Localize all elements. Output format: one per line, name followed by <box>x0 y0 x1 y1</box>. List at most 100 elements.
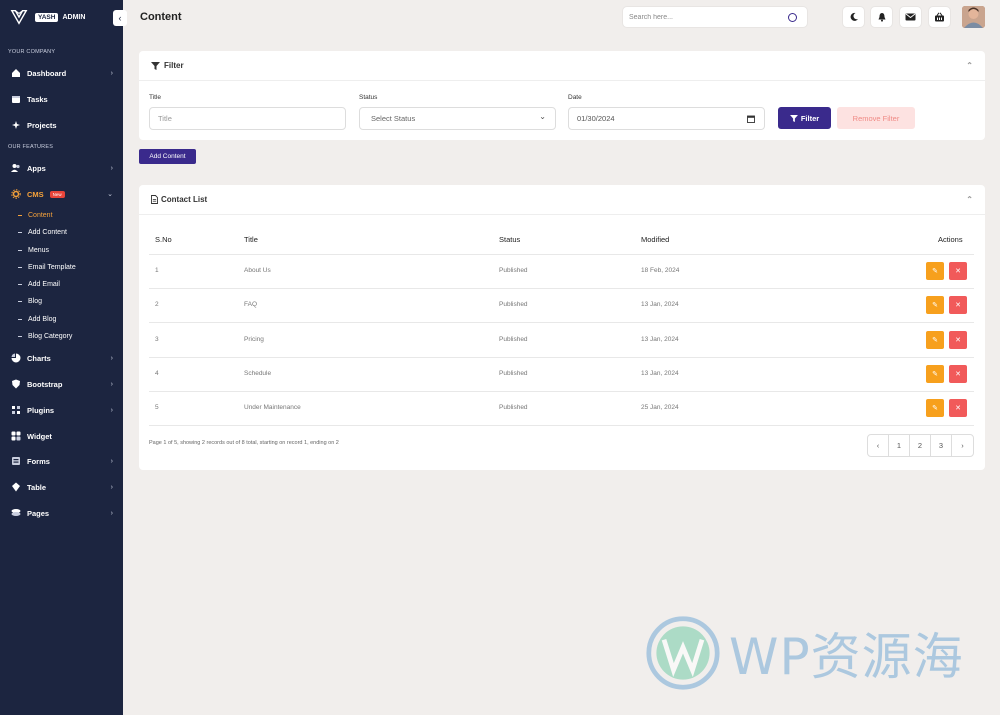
sidebar-item-label: Charts <box>27 353 51 363</box>
cell-sno: 1 <box>155 267 159 274</box>
sidebar-subitem-add-content[interactable]: Add Content <box>18 229 67 236</box>
filter-card-header[interactable]: Filter ⌃ <box>139 51 985 81</box>
search-icon[interactable] <box>788 13 797 22</box>
sidebar-subitem-menus[interactable]: Menus <box>18 247 49 254</box>
cell-title: Under Maintenance <box>244 404 301 411</box>
gear-icon <box>11 189 21 199</box>
search-input[interactable] <box>629 13 779 21</box>
add-content-button[interactable]: Add Content <box>139 149 196 164</box>
chevron-right-icon: › <box>961 441 964 450</box>
sidebar-item-pages[interactable]: Pages › <box>11 505 115 521</box>
sidebar-item-plugins[interactable]: Plugins › <box>11 402 115 418</box>
edit-icon: ✎ <box>932 302 938 309</box>
brand-logo[interactable]: YASH ADMIN <box>10 8 85 26</box>
edit-button[interactable]: ✎ <box>926 262 944 280</box>
wordpress-logo-icon <box>646 616 720 690</box>
chevron-right-icon: › <box>110 457 113 465</box>
date-label: Date <box>568 94 582 101</box>
pagination-page-1[interactable]: 1 <box>889 435 910 456</box>
dark-mode-button[interactable] <box>842 6 865 28</box>
brand-tag: YASH <box>35 12 59 22</box>
sidebar-subitem-label: Content <box>28 212 53 219</box>
sidebar-subitem-add-blog[interactable]: Add Blog <box>18 316 56 323</box>
chevron-up-icon[interactable]: ⌃ <box>966 61 973 70</box>
filter-button[interactable]: Filter <box>778 107 831 129</box>
table-divider <box>149 391 974 392</box>
pagination-prev-button[interactable]: ‹ <box>868 435 889 456</box>
edit-button[interactable]: ✎ <box>926 365 944 383</box>
sidebar-item-label: CMS <box>27 189 44 199</box>
cell-status: Published <box>499 267 528 274</box>
cell-status: Published <box>499 370 528 377</box>
sidebar-subitem-blog[interactable]: Blog <box>18 298 42 305</box>
sidebar-collapse-button[interactable]: ‹ <box>113 10 127 26</box>
delete-button[interactable]: ✕ <box>949 296 967 314</box>
sidebar-item-apps[interactable]: Apps › <box>11 160 115 176</box>
cart-button[interactable] <box>928 6 951 28</box>
date-field[interactable]: 01/30/2024 <box>568 107 765 130</box>
avatar[interactable] <box>962 6 985 28</box>
layers-icon <box>11 508 21 518</box>
chevron-right-icon: › <box>110 406 113 414</box>
delete-button[interactable]: ✕ <box>949 262 967 280</box>
close-icon: ✕ <box>955 268 961 275</box>
edit-icon: ✎ <box>932 371 938 378</box>
sidebar-item-projects[interactable]: Projects <box>11 117 115 133</box>
chevron-right-icon: › <box>110 69 113 77</box>
chevron-left-icon: ‹ <box>876 441 880 450</box>
cell-title: FAQ <box>244 301 258 308</box>
cell-sno: 4 <box>155 370 159 377</box>
sidebar-item-label: Pages <box>27 508 50 518</box>
search-box[interactable] <box>622 6 808 28</box>
sidebar-subitem-label: Add Content <box>28 229 67 236</box>
calendar-icon[interactable] <box>747 115 755 123</box>
edit-icon: ✎ <box>932 268 938 275</box>
sidebar-item-charts[interactable]: Charts › <box>11 350 115 366</box>
sidebar-subitem-add-email[interactable]: Add Email <box>18 281 60 288</box>
sidebar-item-tasks[interactable]: Tasks <box>11 91 115 107</box>
messages-button[interactable] <box>899 6 922 28</box>
delete-button[interactable]: ✕ <box>949 365 967 383</box>
section-title-features: OUR FEATURES <box>8 144 54 150</box>
remove-filter-button[interactable]: Remove Filter <box>837 107 915 129</box>
sidebar-subitem-content[interactable]: Content <box>18 212 53 219</box>
sidebar-item-bootstrap[interactable]: Bootstrap › <box>11 376 115 392</box>
pagination-page-3[interactable]: 3 <box>931 435 952 456</box>
pagination-page-2[interactable]: 2 <box>910 435 931 456</box>
sidebar-item-cms[interactable]: CMS New ⌄ <box>11 186 115 202</box>
sidebar-item-table[interactable]: Table › <box>11 479 115 495</box>
edit-button[interactable]: ✎ <box>926 331 944 349</box>
sidebar-subitem-blog-category[interactable]: Blog Category <box>18 333 72 340</box>
cell-sno: 2 <box>155 301 159 308</box>
sidebar-item-widget[interactable]: Widget <box>11 428 115 444</box>
cell-modified: 13 Jan, 2024 <box>641 301 679 308</box>
edit-button[interactable]: ✎ <box>926 399 944 417</box>
contact-list-header[interactable]: Contact List ⌃ <box>139 185 985 215</box>
title-field[interactable]: Title <box>149 107 346 130</box>
edit-button[interactable]: ✎ <box>926 296 944 314</box>
close-icon: ✕ <box>955 405 961 412</box>
dash-icon <box>18 319 22 320</box>
column-header-modified: Modified <box>641 235 670 244</box>
column-header-title: Title <box>244 235 258 244</box>
basket-icon <box>935 12 944 22</box>
contact-list-title: Contact List <box>161 195 208 204</box>
chevron-up-icon[interactable]: ⌃ <box>966 195 973 204</box>
document-icon <box>151 195 158 204</box>
table-icon <box>11 482 21 492</box>
delete-button[interactable]: ✕ <box>949 399 967 417</box>
sidebar-subitem-label: Blog <box>28 298 43 305</box>
pagination: ‹ 1 2 3 › <box>867 434 974 457</box>
sidebar-item-dashboard[interactable]: Dashboard › <box>11 65 115 81</box>
delete-button[interactable]: ✕ <box>949 331 967 349</box>
pagination-next-button[interactable]: › <box>952 435 973 456</box>
status-select[interactable]: Select Status ⌄ <box>359 107 556 130</box>
sidebar-item-forms[interactable]: Forms › <box>11 453 115 469</box>
cell-sno: 5 <box>155 404 159 411</box>
mail-icon <box>905 13 916 21</box>
sidebar-item-label: Widget <box>27 431 52 441</box>
notifications-button[interactable] <box>870 6 893 28</box>
table-divider <box>149 254 974 255</box>
sidebar-subitem-email-template[interactable]: Email Template <box>18 264 76 271</box>
column-header-actions: Actions <box>938 235 963 244</box>
